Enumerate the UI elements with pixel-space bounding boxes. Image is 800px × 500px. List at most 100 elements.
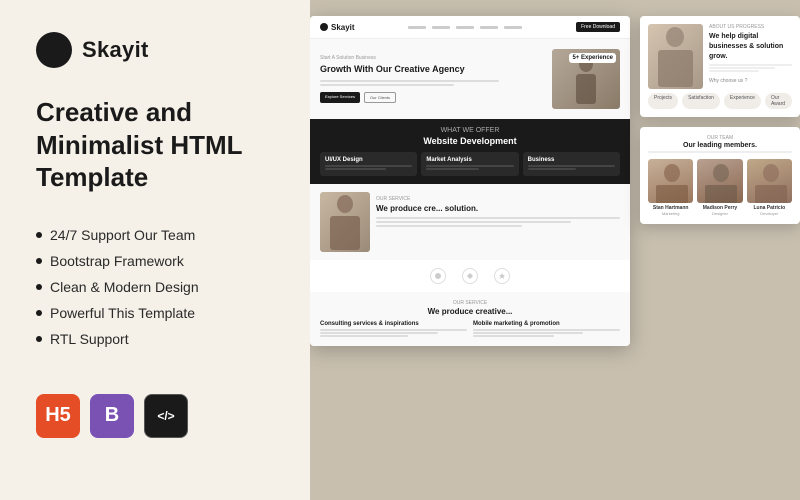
html5-badge: H5	[36, 394, 80, 438]
team-member-role: Designer	[697, 211, 742, 216]
preview-icon	[462, 268, 478, 284]
preview-icon	[494, 268, 510, 284]
preview-main: Skayit Free Download Start A Solution Bu…	[310, 16, 630, 346]
preview-service-col-line2	[320, 332, 438, 334]
about-heading: We help digital businesses & solution gr…	[709, 32, 792, 61]
preview-cards-row: UI/UX Design Market Analysis Business	[320, 152, 620, 176]
code-badge: </>	[144, 394, 188, 438]
about-row: ABOUT US PROGRESS We help digital busine…	[648, 24, 792, 89]
bootstrap-badge: B	[90, 394, 134, 438]
preview-service-heading: We produce cre... solution.	[376, 204, 620, 214]
preview-hero-title: Growth With Our Creative Agency	[320, 63, 544, 76]
service-person-icon	[320, 192, 370, 252]
about-label: ABOUT US PROGRESS	[709, 24, 792, 30]
preview-service-col-line	[320, 329, 467, 331]
about-preview-card: ABOUT US PROGRESS We help digital busine…	[640, 16, 800, 117]
preview-nav: Skayit Free Download	[310, 16, 630, 39]
left-panel: Skayit Creative and Minimalist HTML Temp…	[0, 0, 310, 500]
about-cta: Why choose us ?	[709, 78, 792, 84]
preview-hero-btns: Explore Services Our Clients	[320, 92, 544, 103]
preview-section-heading: Website Development	[320, 136, 620, 146]
preview-card-line2	[426, 168, 478, 170]
stat-pill: Experience	[724, 93, 761, 109]
preview-section-label: WHAT WE OFFER	[320, 127, 620, 134]
preview-nav-logo: Skayit	[320, 23, 355, 32]
nav-link	[408, 26, 426, 29]
team-photo-image	[697, 159, 742, 203]
preview-card-line2	[528, 168, 576, 170]
team-person-2-icon	[697, 159, 742, 203]
preview-service-col-line3	[473, 335, 554, 337]
about-person-icon	[648, 24, 703, 89]
preview-service-label: OUR SERVICE	[376, 196, 620, 202]
preview-card-title: Market Analysis	[426, 157, 513, 163]
bullet-icon	[36, 258, 42, 264]
preview-icon	[430, 268, 446, 284]
preview-nav-links	[408, 26, 522, 29]
feature-list: 24/7 Support Our Team Bootstrap Framewor…	[36, 222, 274, 352]
team-member-role: Marketing	[648, 211, 693, 216]
team-photos: Stan Hartmann Marketing Madison Perry De…	[648, 159, 792, 216]
preview-service-line2	[376, 221, 571, 223]
team-person-1-icon	[648, 159, 693, 203]
preview-card: Business	[523, 152, 620, 176]
team-card-content: OUR TEAM Our leading members. Stan Hartm…	[640, 127, 800, 224]
preview-service-line3	[376, 225, 522, 227]
preview-card: UI/UX Design	[320, 152, 417, 176]
preview-service-col-title: Consulting services & inspirations	[320, 321, 467, 327]
preview-service-col: Consulting services & inspirations	[320, 321, 467, 338]
preview-cta-button: Free Download	[576, 22, 620, 32]
preview-service-col: Mobile marketing & promotion	[473, 321, 620, 338]
team-member-1: Stan Hartmann Marketing	[648, 159, 693, 216]
bullet-icon	[36, 336, 42, 342]
stats-row: Projects Satisfaction Experience Our Awa…	[648, 93, 792, 109]
preview-service-col-line2	[473, 332, 583, 334]
about-card-content: ABOUT US PROGRESS We help digital busine…	[640, 16, 800, 117]
team-heading: Our leading members.	[648, 142, 792, 149]
about-line	[709, 64, 792, 66]
preview-our-service: OUR SERVICE We produce creative... Consu…	[310, 292, 630, 346]
preview-services: OUR SERVICE We produce cre... solution.	[310, 184, 630, 260]
team-member-3: Luna Patricio Developer	[747, 159, 792, 216]
badge-row: H5 B </>	[36, 394, 274, 438]
preview-card-line2	[325, 168, 386, 170]
preview-service-image	[320, 192, 370, 252]
preview-our-service-label: OUR SERVICE	[320, 300, 620, 306]
list-item: Clean & Modern Design	[36, 274, 274, 300]
diamond-icon	[466, 272, 474, 280]
preview-card-title: Business	[528, 157, 615, 163]
team-photo-image	[747, 159, 792, 203]
about-image	[648, 24, 703, 89]
stat-pill: Projects	[648, 93, 678, 109]
preview-dark-section: WHAT WE OFFER Website Development UI/UX …	[310, 119, 630, 184]
about-line2	[709, 67, 775, 69]
preview-card-line	[325, 165, 412, 167]
preview-service-grid: Consulting services & inspirations Mobil…	[320, 321, 620, 338]
stat-pill: Our Award	[765, 93, 792, 109]
preview-service-row: OUR SERVICE We produce cre... solution.	[320, 192, 620, 252]
preview-hero-tag: Start A Solution Business	[320, 55, 544, 61]
list-item: Bootstrap Framework	[36, 248, 274, 274]
about-text: ABOUT US PROGRESS We help digital busine…	[709, 24, 792, 84]
team-sub-line	[648, 151, 792, 153]
nav-link	[504, 26, 522, 29]
team-person-3-icon	[747, 159, 792, 203]
preview-card-line	[528, 165, 615, 167]
leaf-icon	[434, 272, 442, 280]
bullet-icon	[36, 232, 42, 238]
preview-service-col-line3	[320, 335, 408, 337]
list-item: Powerful This Template	[36, 300, 274, 326]
product-title: Creative and Minimalist HTML Template	[36, 96, 274, 194]
team-member-role: Developer	[747, 211, 792, 216]
about-line3	[709, 70, 759, 72]
preview-hero-line	[320, 80, 499, 82]
preview-our-service-heading: We produce creative...	[320, 307, 620, 316]
team-label: OUR TEAM	[648, 135, 792, 141]
preview-card: Market Analysis	[421, 152, 518, 176]
nav-link	[432, 26, 450, 29]
preview-hero-line2	[320, 84, 454, 86]
preview-hero-text: Start A Solution Business Growth With Ou…	[320, 55, 544, 103]
preview-card-line	[426, 165, 513, 167]
list-item: RTL Support	[36, 326, 274, 352]
nav-link	[480, 26, 498, 29]
